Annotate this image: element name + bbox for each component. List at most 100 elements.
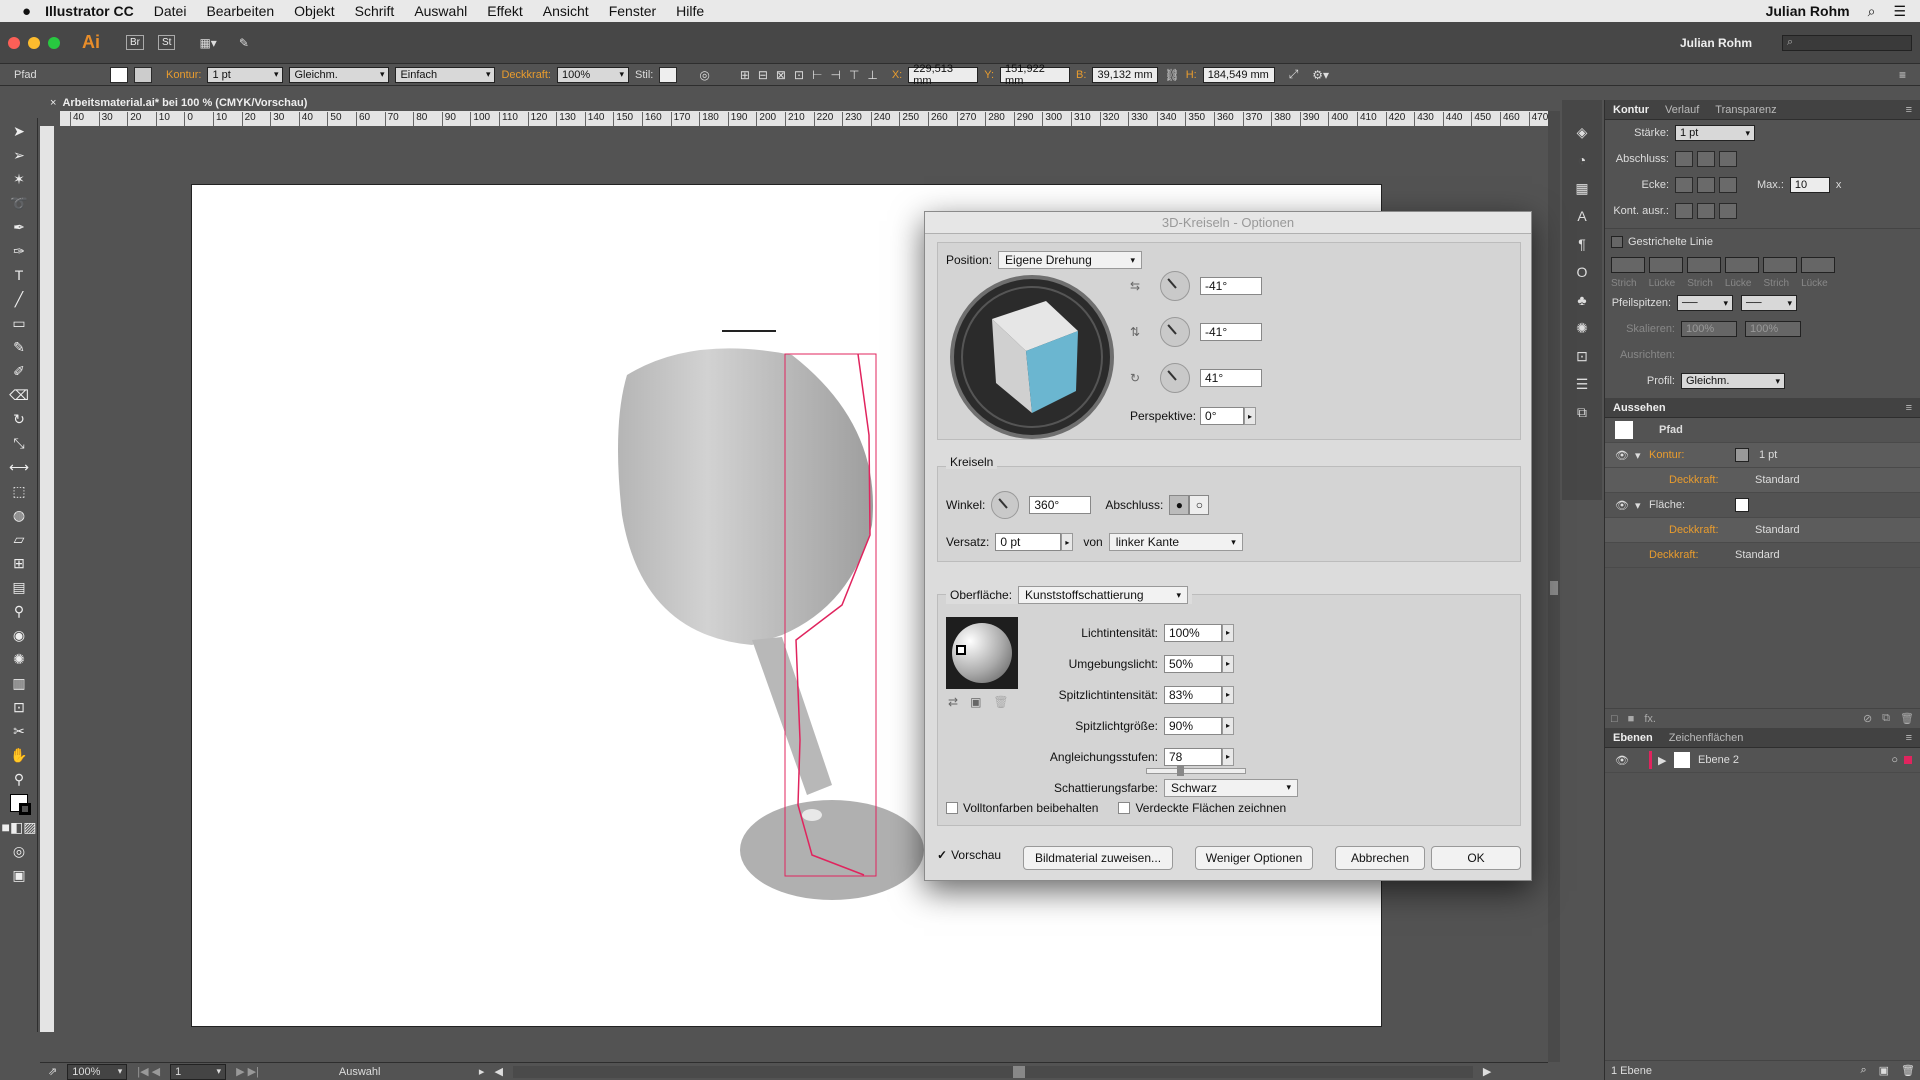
- rotate-tool-icon[interactable]: ↻: [5, 408, 33, 430]
- locate-object-icon[interactable]: ⌕: [1860, 1064, 1866, 1077]
- tab-verlauf[interactable]: Verlauf: [1657, 104, 1707, 116]
- corner-round-icon[interactable]: [1697, 177, 1715, 193]
- deckkraft-label[interactable]: Deckkraft:: [501, 69, 551, 81]
- profile-dropdown[interactable]: Gleichm.: [1681, 373, 1785, 389]
- map-art-button[interactable]: Bildmaterial zuweisen...: [1023, 846, 1173, 870]
- vertical-scrollbar[interactable]: [1548, 111, 1560, 1062]
- stroke-weight-dropdown[interactable]: 1 pt: [1675, 125, 1755, 141]
- line-tool-icon[interactable]: ╱: [5, 288, 33, 310]
- mesh-tool-icon[interactable]: ⊞: [5, 552, 33, 574]
- window-minimize-icon[interactable]: [28, 36, 40, 49]
- dash-3[interactable]: [1763, 257, 1797, 273]
- eye-icon[interactable]: 👁: [1615, 499, 1635, 512]
- glass-stem[interactable]: [752, 637, 832, 795]
- close-tab-icon[interactable]: ×: [50, 97, 56, 109]
- light-intensity-field[interactable]: 100%: [1164, 623, 1222, 642]
- menu-ansicht[interactable]: Ansicht: [543, 3, 589, 19]
- shading-color-dropdown[interactable]: Schwarz: [1164, 778, 1298, 797]
- eraser-icon[interactable]: ⌫: [5, 384, 33, 406]
- align-inside-icon[interactable]: [1697, 203, 1715, 219]
- duplicate-item-icon[interactable]: ⧉: [1882, 712, 1890, 725]
- move-light-back-icon[interactable]: ⇄: [948, 695, 958, 709]
- symbols-icon[interactable]: ♣: [1562, 286, 1602, 314]
- corner-miter-icon[interactable]: [1675, 177, 1693, 193]
- slice-tool-icon[interactable]: ✂: [5, 720, 33, 742]
- fewer-options-button[interactable]: Weniger Optionen: [1195, 846, 1313, 870]
- menu-datei[interactable]: Datei: [154, 3, 187, 19]
- workspace-user-dropdown[interactable]: Julian Rohm: [1680, 36, 1752, 50]
- delete-item-icon[interactable]: 🗑: [1900, 712, 1914, 725]
- first-page-icon[interactable]: |◀ ◀: [137, 1065, 160, 1078]
- next-page-icon[interactable]: ▶ ▶|: [236, 1065, 259, 1078]
- layers-menu-icon[interactable]: ≡: [1898, 732, 1920, 744]
- rotation-trackball[interactable]: [950, 275, 1114, 439]
- offset-field[interactable]: 0 pt: [995, 533, 1062, 551]
- menu-hilfe[interactable]: Hilfe: [676, 3, 704, 19]
- perspective-field[interactable]: 0°: [1200, 407, 1245, 425]
- eyedropper-icon[interactable]: ⚲: [5, 600, 33, 622]
- align-outside-icon[interactable]: [1719, 203, 1737, 219]
- height-field[interactable]: 184,549 mm: [1202, 66, 1275, 83]
- blend-tool-icon[interactable]: ◉: [5, 624, 33, 646]
- character-icon[interactable]: A: [1562, 202, 1602, 230]
- light-source-handle[interactable]: [956, 645, 966, 655]
- highlight-intensity-arrow[interactable]: ▸: [1222, 685, 1234, 704]
- position-dropdown[interactable]: Eigene Drehung: [998, 251, 1143, 269]
- lasso-icon[interactable]: ➰: [5, 192, 33, 214]
- perspective-arrow[interactable]: ▸: [1244, 407, 1257, 425]
- x-rotation-knob[interactable]: [1160, 271, 1190, 301]
- light-intensity-arrow[interactable]: ▸: [1222, 623, 1234, 642]
- light-sphere-preview[interactable]: [946, 617, 1018, 689]
- hand-tool-icon[interactable]: ✋: [5, 744, 33, 766]
- z-rotation-field[interactable]: 41°: [1200, 369, 1262, 387]
- tab-aussehen[interactable]: Aussehen: [1605, 402, 1674, 414]
- panel-menu-icon[interactable]: ≡: [1899, 68, 1906, 82]
- layer-expand-icon[interactable]: ▶: [1658, 754, 1674, 767]
- draw-hidden-faces-checkbox[interactable]: [1118, 802, 1131, 814]
- blend-steps-arrow[interactable]: ▸: [1222, 747, 1234, 766]
- brush-dropdown[interactable]: Einfach: [395, 66, 496, 83]
- end-arrowhead-dropdown[interactable]: ──: [1741, 295, 1797, 311]
- scroll-thumb[interactable]: [1550, 581, 1558, 595]
- gap-3[interactable]: [1801, 257, 1835, 273]
- new-light-icon[interactable]: ▣: [970, 695, 981, 709]
- blend-steps-field[interactable]: 78: [1164, 747, 1222, 766]
- layer-target-icon[interactable]: ○: [1891, 754, 1898, 766]
- cap-round-icon[interactable]: [1697, 151, 1715, 167]
- kontur-label[interactable]: Kontur:: [166, 69, 201, 81]
- delete-light-icon[interactable]: 🗑: [993, 695, 1008, 709]
- align-icons[interactable]: ⊞⊟⊠⊡⊢⊣⊤⊥: [740, 68, 886, 82]
- corner-bevel-icon[interactable]: [1719, 177, 1737, 193]
- stroke-swatch[interactable]: [134, 66, 152, 83]
- app-name[interactable]: Illustrator CC: [45, 3, 134, 19]
- new-layer-icon[interactable]: ▣: [1879, 1064, 1889, 1077]
- appearance-object-opacity-label[interactable]: Deckkraft:: [1649, 549, 1735, 561]
- free-transform-icon[interactable]: ⬚: [5, 480, 33, 502]
- y-rotation-knob[interactable]: [1160, 317, 1190, 347]
- drawing-mode-icon[interactable]: ◎: [5, 840, 33, 862]
- stroke-weight-field[interactable]: 1 pt: [207, 66, 284, 83]
- more-options-icon[interactable]: ⚙▾: [1312, 68, 1329, 82]
- new-stroke-icon[interactable]: □: [1611, 713, 1618, 725]
- y-field[interactable]: 151,922 mm: [1000, 63, 1071, 87]
- preview-checkbox[interactable]: ✓: [937, 848, 947, 862]
- blend-steps-slider[interactable]: [1146, 766, 1246, 776]
- hscroll-left-icon[interactable]: ◀: [494, 1065, 502, 1078]
- search-field[interactable]: ⌕: [1782, 34, 1912, 51]
- ok-button[interactable]: OK: [1431, 846, 1521, 870]
- selection-tool-icon[interactable]: ➤: [5, 120, 33, 142]
- horizontal-scrollbar[interactable]: [512, 1065, 1473, 1078]
- start-arrowhead-dropdown[interactable]: ──: [1677, 295, 1733, 311]
- stroke-panel-menu-icon[interactable]: ≡: [1898, 104, 1920, 116]
- appearance-menu-icon[interactable]: ≡: [1898, 402, 1920, 414]
- fx-icon[interactable]: fx.: [1644, 713, 1656, 725]
- appearance-fill-label[interactable]: Fläche:: [1649, 499, 1735, 511]
- symbol-sprayer-icon[interactable]: ✺: [5, 648, 33, 670]
- eye-icon[interactable]: 👁: [1615, 449, 1635, 462]
- cube-preview-icon[interactable]: [954, 279, 1110, 435]
- layer-selection-indicator[interactable]: [1904, 756, 1912, 764]
- opacity-field[interactable]: 100%: [556, 66, 629, 83]
- menubar-user[interactable]: Julian Rohm: [1766, 3, 1850, 19]
- curvature-tool-icon[interactable]: ✑: [5, 240, 33, 262]
- tab-transparenz[interactable]: Transparenz: [1707, 104, 1784, 116]
